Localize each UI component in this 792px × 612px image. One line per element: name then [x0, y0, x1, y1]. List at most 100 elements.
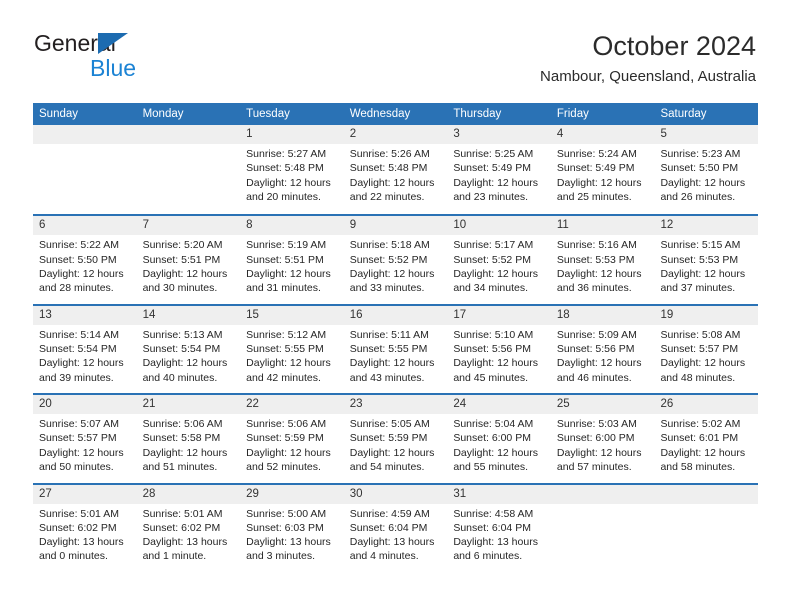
daylight-text-line1: Daylight: 12 hours	[349, 267, 435, 280]
weekday-header-row: Sunday Monday Tuesday Wednesday Thursday…	[33, 103, 758, 125]
sunrise-text: Sunrise: 5:20 AM	[142, 239, 223, 252]
daylight-text-line2: and 30 minutes.	[142, 282, 218, 295]
sunset-text: Sunset: 5:49 PM	[556, 162, 635, 175]
sunrise-text: Sunrise: 5:24 AM	[556, 148, 637, 160]
calendar-day-cell[interactable]: 28 Sunrise: 5:01 AM Sunset: 6:02 PM Dayligh…	[136, 484, 241, 572]
calendar-day-cell[interactable]: 9 Sunrise: 5:18 AM Sunset: 5:52 PM Daylight…	[343, 216, 448, 304]
calendar-page: General Blue October 2024 Nambour, Queen…	[0, 0, 792, 612]
day-sun-info: Sunrise: 5:18 AM Sunset: 5:52 PM Daylight:…	[344, 235, 448, 295]
day-number: 27	[33, 484, 137, 504]
calendar-day-cell[interactable]: 2 Sunrise: 5:26 AM Sunset: 5:48 PM Daylight…	[343, 125, 448, 215]
sunset-text: Sunset: 6:00 PM	[556, 432, 635, 445]
calendar-day-cell[interactable]: 8 Sunrise: 5:19 AM Sunset: 5:51 PM Daylight…	[240, 216, 344, 304]
calendar-day-cell[interactable]: 22 Sunrise: 5:06 AM Sunset: 5:59 PM Dayligh…	[240, 395, 344, 483]
day-sun-info: Sunrise: 5:24 AM Sunset: 5:49 PM Daylight:…	[551, 144, 655, 204]
daylight-text-line2: and 26 minutes.	[660, 190, 736, 203]
sunrise-text: Sunrise: 5:14 AM	[39, 328, 119, 341]
daylight-text-line1: Daylight: 12 hours	[349, 357, 435, 370]
daylight-text-line1: Daylight: 12 hours	[142, 267, 228, 280]
sunrise-text: Sunrise: 5:15 AM	[660, 239, 741, 252]
day-sun-info: Sunrise: 5:06 AM Sunset: 5:58 PM Daylight:…	[137, 414, 241, 474]
daylight-text-line2: and 42 minutes.	[246, 371, 321, 384]
sunrise-text: Sunrise: 5:07 AM	[39, 418, 119, 431]
calendar-day-cell-empty	[654, 484, 759, 572]
general-blue-logo: General Blue	[34, 30, 234, 86]
calendar-day-cell[interactable]: 15 Sunrise: 5:12 AM Sunset: 5:55 PM Dayligh…	[240, 305, 344, 394]
day-number: 2	[343, 125, 448, 144]
daylight-text-line2: and 55 minutes.	[453, 461, 529, 474]
calendar-day-cell[interactable]: 11 Sunrise: 5:16 AM Sunset: 5:53 PM Dayligh…	[550, 216, 655, 304]
day-sun-info: Sunrise: 5:25 AM Sunset: 5:49 PM Daylight:…	[447, 144, 551, 204]
sunrise-text: Sunrise: 5:06 AM	[246, 418, 327, 431]
daylight-text-line1: Daylight: 12 hours	[246, 446, 331, 459]
day-sun-info: Sunrise: 5:07 AM Sunset: 5:57 PM Daylight:…	[33, 414, 137, 474]
calendar-day-cell[interactable]: 25 Sunrise: 5:03 AM Sunset: 6:00 PM Dayligh…	[550, 395, 655, 483]
calendar-day-cell[interactable]: 17 Sunrise: 5:10 AM Sunset: 5:56 PM Dayligh…	[447, 305, 551, 394]
calendar-day-cell[interactable]: 26 Sunrise: 5:02 AM Sunset: 6:01 PM Dayligh…	[654, 395, 759, 483]
daylight-text-line2: and 23 minutes.	[453, 190, 529, 203]
calendar-day-cell[interactable]: 27 Sunrise: 5:01 AM Sunset: 6:02 PM Dayligh…	[33, 484, 137, 572]
day-sun-info: Sunrise: 5:12 AM Sunset: 5:55 PM Daylight:…	[240, 325, 344, 385]
calendar-day-cell[interactable]: 31 Sunrise: 4:58 AM Sunset: 6:04 PM Dayligh…	[447, 484, 551, 572]
calendar-day-cell[interactable]: 1 Sunrise: 5:27 AM Sunset: 5:48 PM Daylight…	[240, 125, 344, 215]
daylight-text-line2: and 22 minutes.	[349, 190, 425, 203]
calendar-day-cell[interactable]: 10 Sunrise: 5:17 AM Sunset: 5:52 PM Dayligh…	[447, 216, 551, 304]
day-sun-info: Sunrise: 5:01 AM Sunset: 6:02 PM Daylight:…	[33, 504, 137, 564]
day-number: 25	[550, 395, 655, 415]
day-number: 3	[447, 125, 551, 144]
sunset-text: Sunset: 5:56 PM	[556, 343, 635, 356]
daylight-text-line2: and 25 minutes.	[556, 190, 632, 203]
day-number: 20	[33, 395, 137, 415]
day-sun-info: Sunrise: 5:11 AM Sunset: 5:55 PM Daylight:…	[344, 325, 448, 385]
calendar-grid: Sunday Monday Tuesday Wednesday Thursday…	[33, 103, 759, 572]
day-number: 29	[240, 484, 344, 504]
sunset-text: Sunset: 5:55 PM	[246, 343, 324, 356]
daylight-text-line2: and 58 minutes.	[660, 461, 736, 474]
daylight-text-line1: Daylight: 12 hours	[142, 446, 228, 459]
sunrise-text: Sunrise: 5:25 AM	[453, 148, 534, 160]
calendar-day-cell[interactable]: 5 Sunrise: 5:23 AM Sunset: 5:50 PM Daylight…	[654, 125, 759, 215]
calendar-day-cell[interactable]: 24 Sunrise: 5:04 AM Sunset: 6:00 PM Dayligh…	[447, 395, 551, 483]
day-number: 10	[447, 216, 551, 236]
calendar-day-cell[interactable]: 29 Sunrise: 5:00 AM Sunset: 6:03 PM Dayligh…	[240, 484, 344, 572]
calendar-day-cell[interactable]: 13 Sunrise: 5:14 AM Sunset: 5:54 PM Dayligh…	[33, 305, 137, 394]
day-sun-info: Sunrise: 5:00 AM Sunset: 6:03 PM Daylight:…	[240, 504, 344, 564]
calendar-day-cell[interactable]: 18 Sunrise: 5:09 AM Sunset: 5:56 PM Dayligh…	[550, 305, 655, 394]
calendar-day-cell[interactable]: 7 Sunrise: 5:20 AM Sunset: 5:51 PM Daylight…	[136, 216, 241, 304]
day-number: 7	[136, 216, 241, 236]
sunset-text: Sunset: 5:55 PM	[349, 343, 428, 356]
calendar-day-cell[interactable]: 4 Sunrise: 5:24 AM Sunset: 5:49 PM Daylight…	[550, 125, 655, 215]
calendar-day-cell[interactable]: 6 Sunrise: 5:22 AM Sunset: 5:50 PM Daylight…	[33, 216, 137, 304]
calendar-day-cell[interactable]: 16 Sunrise: 5:11 AM Sunset: 5:55 PM Dayligh…	[343, 305, 448, 394]
calendar-day-cell[interactable]: 3 Sunrise: 5:25 AM Sunset: 5:49 PM Daylight…	[447, 125, 551, 215]
sunset-text: Sunset: 5:53 PM	[660, 253, 739, 266]
sunrise-text: Sunrise: 5:22 AM	[39, 239, 119, 252]
calendar-day-cell[interactable]: 12 Sunrise: 5:15 AM Sunset: 5:53 PM Dayligh…	[654, 216, 759, 304]
daylight-text-line2: and 37 minutes.	[660, 282, 736, 295]
day-sun-info: Sunrise: 4:58 AM Sunset: 6:04 PM Daylight:…	[447, 504, 551, 564]
sunrise-text: Sunrise: 5:01 AM	[39, 507, 119, 520]
day-number: 11	[550, 216, 655, 236]
weekday-friday: Friday	[556, 108, 589, 120]
sunrise-text: Sunrise: 5:12 AM	[246, 328, 327, 341]
day-number: 31	[447, 484, 551, 504]
calendar-day-cell[interactable]: 30 Sunrise: 4:59 AM Sunset: 6:04 PM Dayligh…	[343, 484, 448, 572]
day-sun-info: Sunrise: 5:16 AM Sunset: 5:53 PM Daylight:…	[551, 235, 655, 295]
calendar-day-cell[interactable]: 20 Sunrise: 5:07 AM Sunset: 5:57 PM Dayligh…	[33, 395, 137, 483]
calendar-day-cell[interactable]: 23 Sunrise: 5:05 AM Sunset: 5:59 PM Dayligh…	[343, 395, 448, 483]
sunset-text: Sunset: 5:50 PM	[39, 253, 117, 266]
calendar-day-cell[interactable]: 19 Sunrise: 5:08 AM Sunset: 5:57 PM Dayligh…	[654, 305, 759, 394]
sunrise-text: Sunrise: 5:10 AM	[453, 328, 534, 341]
daylight-text-line2: and 36 minutes.	[556, 282, 632, 295]
daylight-text-line1: Daylight: 12 hours	[556, 446, 642, 459]
calendar-day-cell[interactable]: 14 Sunrise: 5:13 AM Sunset: 5:54 PM Dayligh…	[136, 305, 241, 394]
daylight-text-line1: Daylight: 12 hours	[349, 176, 435, 189]
sunset-text: Sunset: 5:57 PM	[660, 343, 739, 356]
day-sun-info: Sunrise: 5:04 AM Sunset: 6:00 PM Daylight:…	[447, 414, 551, 474]
daylight-text-line2: and 31 minutes.	[246, 282, 321, 295]
day-number	[136, 125, 241, 144]
calendar-day-cell[interactable]: 21 Sunrise: 5:06 AM Sunset: 5:58 PM Dayligh…	[136, 395, 241, 483]
weekday-thursday: Thursday	[453, 108, 502, 120]
daylight-text-line1: Daylight: 12 hours	[453, 357, 538, 370]
page-header: General Blue October 2024 Nambour, Queen…	[0, 0, 792, 100]
